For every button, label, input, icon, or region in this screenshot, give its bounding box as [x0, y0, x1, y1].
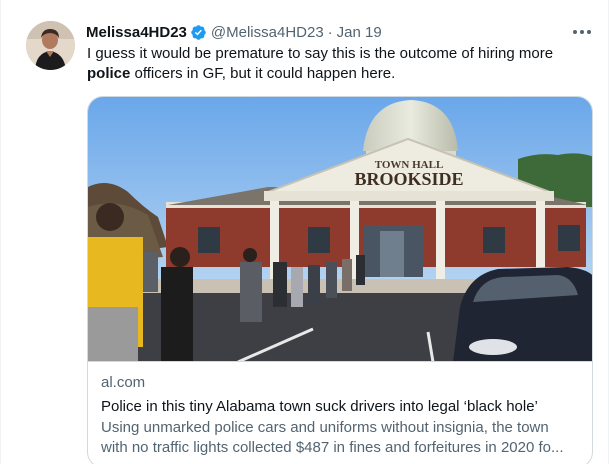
link-card[interactable]: TOWN HALL BROOKSIDE al.com Police in thi…: [87, 96, 593, 464]
tweet[interactable]: Melissa4HD23 @Melissa4HD23 · Jan 19 I gu…: [0, 0, 609, 464]
card-domain: al.com: [101, 374, 146, 391]
card-image[interactable]: TOWN HALL BROOKSIDE: [88, 97, 592, 362]
card-meta: al.com Police in this tiny Alabama town …: [101, 373, 581, 458]
card-description: Using unmarked police cars and uniforms …: [101, 418, 581, 458]
avatar[interactable]: [26, 21, 75, 70]
tweet-header: Melissa4HD23 @Melissa4HD23 · Jan 19: [86, 22, 382, 42]
tweet-text: I guess it would be premature to say thi…: [87, 44, 587, 84]
tweet-date[interactable]: Jan 19: [337, 24, 382, 41]
tweet-text-part: I guess it would be premature to say thi…: [87, 45, 554, 62]
sign-text-line2: BROOKSIDE: [354, 169, 463, 189]
card-description-line: with no traffic lights collected $487 in…: [101, 439, 564, 456]
tweet-text-bold: police: [87, 65, 131, 82]
author-handle[interactable]: @Melissa4HD23: [211, 24, 324, 41]
verified-badge-icon: [190, 24, 207, 41]
card-description-line: Using unmarked police cars and uniforms …: [101, 419, 549, 436]
header-separator: ·: [327, 23, 333, 41]
more-options-icon[interactable]: [570, 24, 594, 40]
tweet-text-part: officers in GF, but it could happen here…: [130, 65, 396, 82]
author-name[interactable]: Melissa4HD23: [86, 24, 187, 41]
card-title[interactable]: Police in this tiny Alabama town suck dr…: [101, 397, 581, 417]
